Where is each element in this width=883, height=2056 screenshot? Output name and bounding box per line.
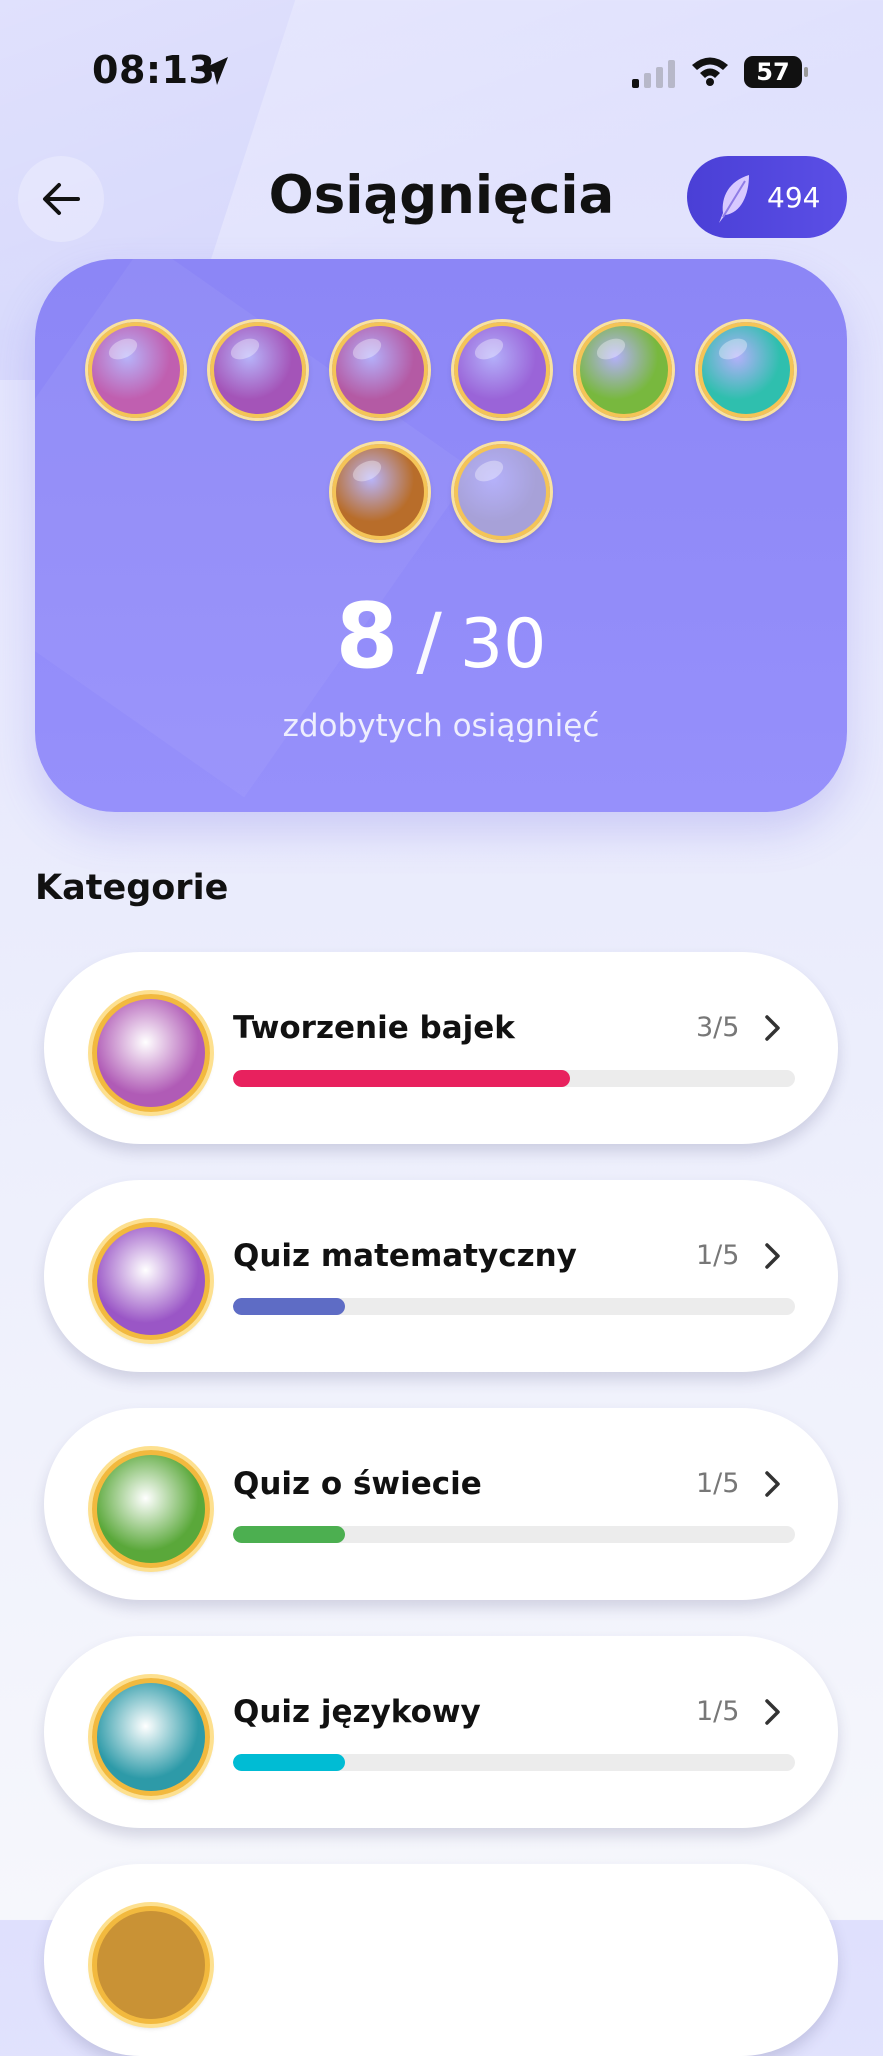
progress-fill [233, 1298, 346, 1315]
progress-fill [233, 1526, 346, 1543]
category-badge-icon [92, 1678, 210, 1796]
category-card[interactable] [44, 1864, 838, 2056]
progress-fill [233, 1070, 571, 1087]
badge-row [35, 322, 847, 418]
chevron-right-icon [765, 1471, 780, 1497]
achievement-count: 8/30 [35, 584, 847, 689]
categories-heading: Kategorie [35, 868, 229, 908]
category-progress-bar [233, 1070, 795, 1087]
badge-row [35, 444, 847, 540]
category-progress-bar [233, 1526, 795, 1543]
category-badge-icon [92, 1222, 210, 1340]
badge-night-book-icon[interactable] [454, 444, 550, 540]
badge-world-map-icon[interactable] [576, 322, 672, 418]
category-name: Tworzenie bajek [233, 1010, 515, 1046]
battery-indicator: 57 [744, 56, 808, 88]
category-progress-bar [233, 1754, 795, 1771]
location-arrow-icon [202, 57, 228, 85]
count-separator: / [416, 596, 442, 685]
category-progress-text: 1/5 [696, 1468, 740, 1499]
category-progress-text: 1/5 [696, 1696, 740, 1727]
badge-candle-icon[interactable] [332, 444, 428, 540]
category-progress-bar [233, 1298, 795, 1315]
category-badge-icon [92, 1450, 210, 1568]
category-card[interactable]: Quiz językowy 1/5 [44, 1636, 838, 1828]
chevron-right-icon [765, 1015, 780, 1041]
category-name: Quiz matematyczny [233, 1238, 577, 1274]
chevron-right-icon [765, 1243, 780, 1269]
category-progress-text: 3/5 [696, 1012, 740, 1043]
badge-language-bubbles-icon[interactable] [698, 322, 794, 418]
category-name: Quiz o świecie [233, 1466, 482, 1502]
badge-open-book-icon[interactable] [88, 322, 184, 418]
wifi-icon [692, 57, 728, 86]
category-badge-icon [92, 994, 210, 1112]
signal-icon [632, 60, 675, 88]
total-count: 30 [459, 605, 547, 684]
chevron-right-icon [765, 1699, 780, 1725]
category-badge-icon [92, 1906, 210, 2024]
category-card[interactable]: Quiz matematyczny 1/5 [44, 1180, 838, 1372]
earned-badges [35, 322, 847, 566]
badge-book-feathers-icon[interactable] [210, 322, 306, 418]
achievement-caption: zdobytych osiągnięć [282, 708, 600, 744]
feather-balance-button[interactable]: 494 [687, 156, 847, 238]
progress-fill [233, 1754, 346, 1771]
feather-icon [719, 175, 749, 223]
category-card[interactable]: Tworzenie bajek 3/5 [44, 952, 838, 1144]
badge-book-castle-icon[interactable] [332, 322, 428, 418]
category-card[interactable]: Quiz o świecie 1/5 [44, 1408, 838, 1600]
badge-magic-numbers-icon[interactable] [454, 322, 550, 418]
status-time: 08:13 [92, 48, 216, 92]
category-progress-text: 1/5 [696, 1240, 740, 1271]
achievements-summary-card: 8/30 zdobytych osiągnięć [35, 259, 847, 812]
status-bar: 08:13 57 [0, 0, 883, 140]
feather-count: 494 [767, 180, 821, 214]
earned-count: 8 [335, 584, 399, 689]
category-name: Quiz językowy [233, 1694, 481, 1730]
